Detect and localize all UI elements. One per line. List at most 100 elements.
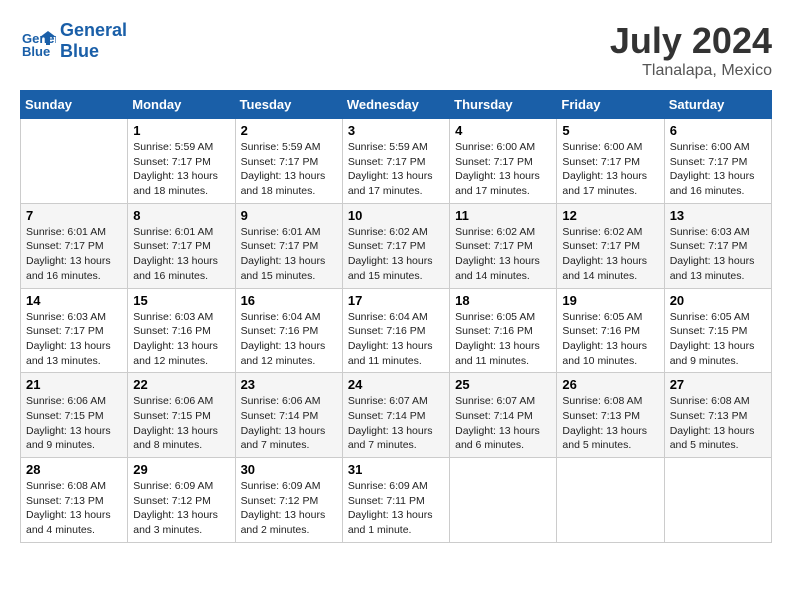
- calendar-cell: 22Sunrise: 6:06 AM Sunset: 7:15 PM Dayli…: [128, 373, 235, 458]
- calendar-cell: 29Sunrise: 6:09 AM Sunset: 7:12 PM Dayli…: [128, 458, 235, 543]
- day-number: 11: [455, 208, 551, 223]
- day-number: 1: [133, 123, 229, 138]
- weekday-header-row: SundayMondayTuesdayWednesdayThursdayFrid…: [21, 91, 772, 119]
- day-number: 25: [455, 377, 551, 392]
- calendar-week-row: 21 Sunrise: 6:06 AM Sunset: 7:15 PM Dayli…: [21, 373, 772, 458]
- day-number: 3: [348, 123, 444, 138]
- calendar-body: 1 Sunrise: 5:59 AM Sunset: 7:17 PM Daylig…: [21, 119, 772, 543]
- title-block: July 2024 Tlanalapa, Mexico: [610, 20, 772, 80]
- calendar-cell: 14 Sunrise: 6:03 AM Sunset: 7:17 PM Dayli…: [21, 288, 128, 373]
- calendar-cell: [450, 458, 557, 543]
- calendar-cell: 19Sunrise: 6:05 AM Sunset: 7:16 PM Dayli…: [557, 288, 664, 373]
- calendar-cell: 27 Sunrise: 6:08 AM Sunset: 7:13 PM Dayli…: [664, 373, 771, 458]
- logo-icon: General Blue: [20, 23, 56, 59]
- day-number: 7: [26, 208, 122, 223]
- day-number: 28: [26, 462, 122, 477]
- calendar-cell: 6Sunrise: 6:00 AM Sunset: 7:17 PM Daylig…: [664, 119, 771, 204]
- day-info: Sunrise: 6:02 AM Sunset: 7:17 PM Dayligh…: [348, 225, 444, 284]
- day-info: Sunrise: 6:01 AM Sunset: 7:17 PM Dayligh…: [241, 225, 337, 284]
- day-number: 17: [348, 293, 444, 308]
- day-number: 14: [26, 293, 122, 308]
- weekday-header-cell: Monday: [128, 91, 235, 119]
- calendar-cell: 30Sunrise: 6:09 AM Sunset: 7:12 PM Dayli…: [235, 458, 342, 543]
- page-header: General Blue General Blue July 2024 Tlan…: [20, 20, 772, 80]
- calendar-cell: 24 Sunrise: 6:07 AM Sunset: 7:14 PM Dayli…: [342, 373, 449, 458]
- calendar-week-row: 28 Sunrise: 6:08 AM Sunset: 7:13 PM Dayli…: [21, 458, 772, 543]
- logo: General Blue General Blue: [20, 20, 127, 61]
- day-info: Sunrise: 6:06 AM Sunset: 7:15 PM Dayligh…: [26, 394, 122, 453]
- day-number: 4: [455, 123, 551, 138]
- calendar-cell: 13 Sunrise: 6:03 AM Sunset: 7:17 PM Dayli…: [664, 203, 771, 288]
- day-number: 5: [562, 123, 658, 138]
- calendar-cell: 28 Sunrise: 6:08 AM Sunset: 7:13 PM Dayli…: [21, 458, 128, 543]
- day-info: Sunrise: 6:01 AM Sunset: 7:17 PM Dayligh…: [26, 225, 122, 284]
- day-info: Sunrise: 6:00 AM Sunset: 7:17 PM Dayligh…: [455, 140, 551, 199]
- calendar-cell: 25 Sunrise: 6:07 AM Sunset: 7:14 PM Dayli…: [450, 373, 557, 458]
- calendar-cell: 16 Sunrise: 6:04 AM Sunset: 7:16 PM Dayli…: [235, 288, 342, 373]
- calendar-cell: 17 Sunrise: 6:04 AM Sunset: 7:16 PM Dayli…: [342, 288, 449, 373]
- weekday-header-cell: Friday: [557, 91, 664, 119]
- calendar-cell: 21 Sunrise: 6:06 AM Sunset: 7:15 PM Dayli…: [21, 373, 128, 458]
- day-info: Sunrise: 6:05 AM Sunset: 7:16 PM Dayligh…: [562, 310, 658, 369]
- day-info: Sunrise: 6:08 AM Sunset: 7:13 PM Dayligh…: [26, 479, 122, 538]
- day-number: 2: [241, 123, 337, 138]
- calendar-cell: 26Sunrise: 6:08 AM Sunset: 7:13 PM Dayli…: [557, 373, 664, 458]
- day-info: Sunrise: 5:59 AM Sunset: 7:17 PM Dayligh…: [241, 140, 337, 199]
- day-number: 6: [670, 123, 766, 138]
- location: Tlanalapa, Mexico: [610, 62, 772, 80]
- calendar-cell: 5Sunrise: 6:00 AM Sunset: 7:17 PM Daylig…: [557, 119, 664, 204]
- weekday-header-cell: Tuesday: [235, 91, 342, 119]
- day-info: Sunrise: 6:03 AM Sunset: 7:16 PM Dayligh…: [133, 310, 229, 369]
- day-info: Sunrise: 6:06 AM Sunset: 7:14 PM Dayligh…: [241, 394, 337, 453]
- day-info: Sunrise: 6:08 AM Sunset: 7:13 PM Dayligh…: [670, 394, 766, 453]
- day-number: 20: [670, 293, 766, 308]
- day-number: 16: [241, 293, 337, 308]
- day-number: 21: [26, 377, 122, 392]
- month-title: July 2024: [610, 20, 772, 62]
- day-info: Sunrise: 6:04 AM Sunset: 7:16 PM Dayligh…: [241, 310, 337, 369]
- calendar-cell: 20Sunrise: 6:05 AM Sunset: 7:15 PM Dayli…: [664, 288, 771, 373]
- day-info: Sunrise: 6:02 AM Sunset: 7:17 PM Dayligh…: [562, 225, 658, 284]
- calendar-week-row: 1 Sunrise: 5:59 AM Sunset: 7:17 PM Daylig…: [21, 119, 772, 204]
- calendar-cell: 4 Sunrise: 6:00 AM Sunset: 7:17 PM Daylig…: [450, 119, 557, 204]
- day-number: 15: [133, 293, 229, 308]
- calendar-cell: 31 Sunrise: 6:09 AM Sunset: 7:11 PM Dayli…: [342, 458, 449, 543]
- day-info: Sunrise: 6:07 AM Sunset: 7:14 PM Dayligh…: [455, 394, 551, 453]
- day-info: Sunrise: 6:03 AM Sunset: 7:17 PM Dayligh…: [670, 225, 766, 284]
- day-info: Sunrise: 6:09 AM Sunset: 7:12 PM Dayligh…: [133, 479, 229, 538]
- day-info: Sunrise: 6:07 AM Sunset: 7:14 PM Dayligh…: [348, 394, 444, 453]
- day-info: Sunrise: 6:09 AM Sunset: 7:11 PM Dayligh…: [348, 479, 444, 538]
- calendar-cell: 23 Sunrise: 6:06 AM Sunset: 7:14 PM Dayli…: [235, 373, 342, 458]
- day-number: 24: [348, 377, 444, 392]
- calendar-cell: 10 Sunrise: 6:02 AM Sunset: 7:17 PM Dayli…: [342, 203, 449, 288]
- day-number: 13: [670, 208, 766, 223]
- day-info: Sunrise: 5:59 AM Sunset: 7:17 PM Dayligh…: [133, 140, 229, 199]
- calendar-table: SundayMondayTuesdayWednesdayThursdayFrid…: [20, 90, 772, 543]
- calendar-cell: 18Sunrise: 6:05 AM Sunset: 7:16 PM Dayli…: [450, 288, 557, 373]
- day-info: Sunrise: 6:03 AM Sunset: 7:17 PM Dayligh…: [26, 310, 122, 369]
- day-number: 8: [133, 208, 229, 223]
- day-number: 30: [241, 462, 337, 477]
- day-number: 10: [348, 208, 444, 223]
- calendar-cell: 9Sunrise: 6:01 AM Sunset: 7:17 PM Daylig…: [235, 203, 342, 288]
- weekday-header-cell: Thursday: [450, 91, 557, 119]
- day-number: 31: [348, 462, 444, 477]
- calendar-week-row: 7 Sunrise: 6:01 AM Sunset: 7:17 PM Daylig…: [21, 203, 772, 288]
- calendar-cell: 12 Sunrise: 6:02 AM Sunset: 7:17 PM Dayli…: [557, 203, 664, 288]
- weekday-header-cell: Wednesday: [342, 91, 449, 119]
- calendar-week-row: 14 Sunrise: 6:03 AM Sunset: 7:17 PM Dayli…: [21, 288, 772, 373]
- day-number: 27: [670, 377, 766, 392]
- day-number: 22: [133, 377, 229, 392]
- calendar-cell: 11 Sunrise: 6:02 AM Sunset: 7:17 PM Dayli…: [450, 203, 557, 288]
- day-number: 23: [241, 377, 337, 392]
- calendar-cell: 1 Sunrise: 5:59 AM Sunset: 7:17 PM Daylig…: [128, 119, 235, 204]
- day-info: Sunrise: 6:08 AM Sunset: 7:13 PM Dayligh…: [562, 394, 658, 453]
- logo-text: General Blue: [60, 20, 127, 61]
- day-info: Sunrise: 6:01 AM Sunset: 7:17 PM Dayligh…: [133, 225, 229, 284]
- day-info: Sunrise: 6:04 AM Sunset: 7:16 PM Dayligh…: [348, 310, 444, 369]
- day-info: Sunrise: 6:05 AM Sunset: 7:16 PM Dayligh…: [455, 310, 551, 369]
- weekday-header-cell: Saturday: [664, 91, 771, 119]
- day-number: 12: [562, 208, 658, 223]
- day-info: Sunrise: 5:59 AM Sunset: 7:17 PM Dayligh…: [348, 140, 444, 199]
- day-info: Sunrise: 6:02 AM Sunset: 7:17 PM Dayligh…: [455, 225, 551, 284]
